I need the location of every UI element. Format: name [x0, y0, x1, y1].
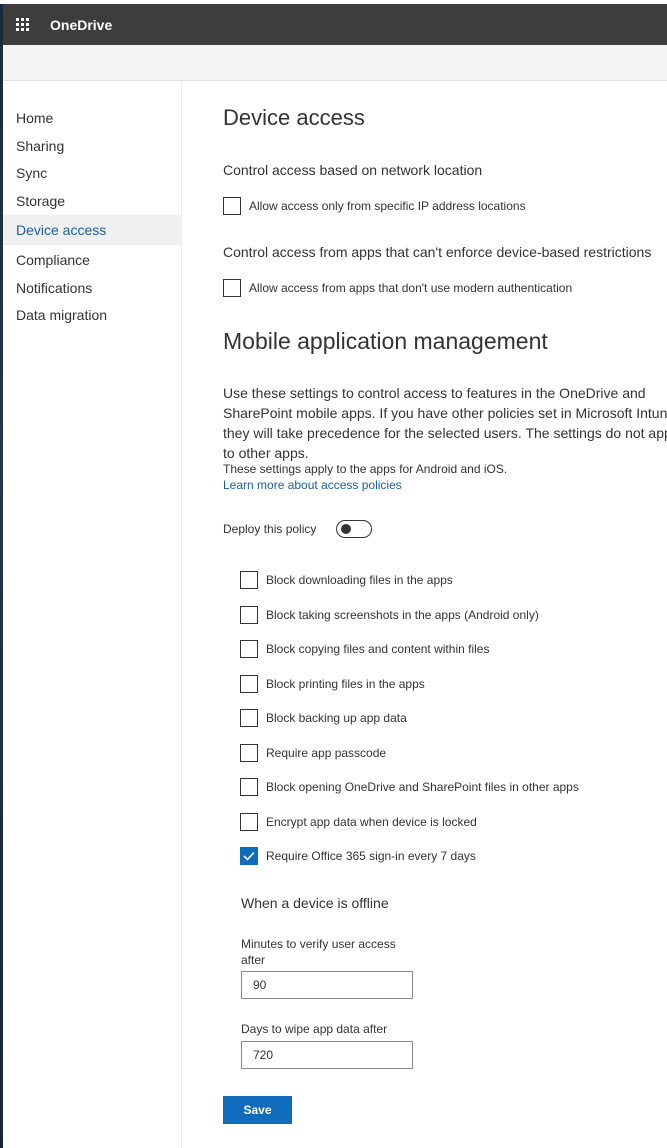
sidebar-nav: Home Sharing Sync Storage Device access …	[3, 81, 182, 1148]
checkbox-box[interactable]	[240, 606, 258, 624]
sidebar-item-sync[interactable]: Sync	[3, 158, 182, 188]
block-backup-checkbox[interactable]: Block backing up app data	[240, 709, 407, 727]
deploy-policy-row: Deploy this policy	[223, 520, 373, 538]
checkmark-icon	[243, 851, 255, 861]
checkbox-label: Allow access from apps that don't use mo…	[249, 281, 573, 295]
sidebar-item-storage[interactable]: Storage	[3, 186, 182, 216]
network-section-label: Control access based on network location	[223, 162, 483, 178]
checkbox-label: Block opening OneDrive and SharePoint fi…	[266, 780, 579, 794]
platform-note: These settings apply to the apps for And…	[223, 462, 508, 476]
checkbox-label: Block downloading files in the apps	[266, 573, 453, 587]
checkbox-box[interactable]	[223, 197, 241, 215]
command-bar	[3, 45, 667, 81]
checkbox-box[interactable]	[240, 675, 258, 693]
mam-heading: Mobile application management	[223, 328, 548, 354]
sidebar-item-sharing[interactable]: Sharing	[3, 131, 182, 161]
checkbox-box[interactable]	[240, 640, 258, 658]
page-title: Device access	[223, 105, 365, 130]
verify-access-label: Minutes to verify user access after	[241, 937, 396, 967]
checkbox-label: Block printing files in the apps	[266, 677, 425, 691]
sidebar-item-notifications[interactable]: Notifications	[3, 273, 182, 303]
checkbox-label: Require app passcode	[266, 746, 387, 760]
block-printing-checkbox[interactable]: Block printing files in the apps	[240, 675, 425, 693]
offline-heading: When a device is offline	[241, 895, 389, 911]
sidebar-item-label: Device access	[16, 222, 107, 238]
checkbox-label: Allow access only from specific IP addre…	[249, 199, 526, 213]
block-downloading-checkbox[interactable]: Block downloading files in the apps	[240, 571, 453, 589]
require-passcode-checkbox[interactable]: Require app passcode	[240, 744, 386, 762]
app-launcher-icon[interactable]	[3, 4, 41, 45]
learn-more-link[interactable]: Learn more about access policies	[223, 478, 402, 492]
checkbox-box[interactable]	[223, 279, 241, 297]
deploy-policy-toggle[interactable]	[336, 520, 373, 538]
sidebar-item-data-migration[interactable]: Data migration	[3, 300, 182, 330]
checkbox-box[interactable]	[240, 571, 258, 589]
toggle-knob	[341, 524, 352, 534]
block-copying-checkbox[interactable]: Block copying files and content within f…	[240, 640, 489, 658]
checkbox-box[interactable]	[240, 709, 258, 727]
apps-section-label: Control access from apps that can't enfo…	[223, 244, 652, 260]
checkbox-box[interactable]	[240, 778, 258, 796]
wipe-data-input[interactable]	[241, 1041, 413, 1069]
require-signin-checkbox[interactable]: Require Office 365 sign-in every 7 days	[240, 847, 476, 865]
checkbox-label: Require Office 365 sign-in every 7 days	[266, 849, 476, 863]
checkbox-label: Block copying files and content within f…	[266, 642, 490, 656]
sidebar-item-compliance[interactable]: Compliance	[3, 245, 182, 275]
verify-access-input[interactable]	[241, 971, 413, 999]
ip-restriction-checkbox[interactable]: Allow access only from specific IP addre…	[223, 197, 526, 215]
checkbox-label: Block backing up app data	[266, 711, 407, 725]
checkbox-label: Encrypt app data when device is locked	[266, 815, 477, 829]
sidebar-item-label: Compliance	[16, 252, 90, 268]
app-title[interactable]: OneDrive	[50, 17, 112, 33]
sidebar-item-label: Sharing	[16, 138, 65, 154]
mam-description: Use these settings to control access to …	[223, 385, 667, 461]
checkbox-box[interactable]	[240, 847, 258, 865]
main-content: Device access Control access based on ne…	[223, 81, 667, 1148]
suite-bar: OneDrive	[3, 4, 667, 45]
encrypt-app-data-checkbox[interactable]: Encrypt app data when device is locked	[240, 813, 477, 831]
checkbox-box[interactable]	[240, 744, 258, 762]
sidebar-item-device-access[interactable]: Device access	[3, 215, 182, 245]
sidebar-item-label: Home	[16, 110, 54, 126]
sidebar-item-label: Notifications	[16, 280, 93, 296]
sidebar-item-home[interactable]: Home	[3, 103, 182, 133]
checkbox-box[interactable]	[240, 813, 258, 831]
block-screenshots-checkbox[interactable]: Block taking screenshots in the apps (An…	[240, 606, 539, 624]
save-button[interactable]: Save	[223, 1096, 292, 1124]
checkbox-label: Block taking screenshots in the apps (An…	[266, 608, 539, 622]
wipe-data-label: Days to wipe app data after	[241, 1022, 388, 1036]
sidebar-item-label: Sync	[16, 165, 48, 181]
legacy-auth-checkbox[interactable]: Allow access from apps that don't use mo…	[223, 279, 572, 297]
sidebar-item-label: Storage	[16, 193, 66, 209]
sidebar-item-label: Data migration	[16, 307, 108, 323]
block-open-in-other-apps-checkbox[interactable]: Block opening OneDrive and SharePoint fi…	[240, 778, 579, 796]
deploy-policy-label: Deploy this policy	[223, 522, 317, 536]
